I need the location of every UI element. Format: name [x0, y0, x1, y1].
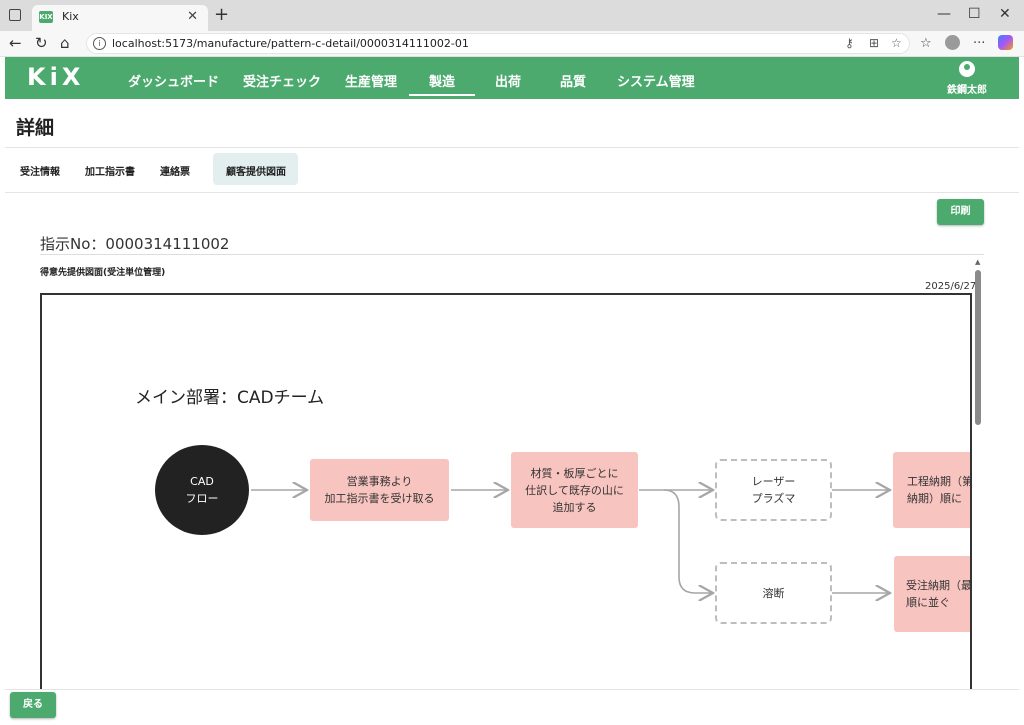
- tab-contact-slip[interactable]: 連絡票: [160, 163, 190, 178]
- title-bar: KIX Kix ✕ + — ☐ ✕: [0, 0, 1024, 31]
- flow-node-fusing: 溶断: [715, 562, 832, 624]
- nav-dashboard[interactable]: ダッシュボード: [128, 71, 219, 90]
- tab-order-info[interactable]: 受注情報: [20, 163, 60, 178]
- title-divider: [5, 147, 1019, 148]
- flow-node-order-due: 受注納期（最 順に並ぐ: [894, 556, 970, 632]
- scroll-up-icon[interactable]: ▲: [975, 258, 980, 266]
- tab-actions-icon[interactable]: [9, 9, 21, 21]
- app-header: KiX ダッシュボード 受注チェック 生産管理 製造 出荷 品質 システム管理 …: [5, 57, 1019, 99]
- nav-manufacture[interactable]: 製造: [429, 71, 455, 90]
- bottom-bar: 戻る: [5, 689, 1019, 725]
- scrollbar-thumb[interactable]: [975, 270, 981, 425]
- nav-system[interactable]: システム管理: [617, 71, 695, 90]
- app-install-icon[interactable]: ⊞: [869, 36, 879, 50]
- section-label: 得意先提供図面(受注単位管理): [40, 268, 166, 278]
- favorite-star-icon[interactable]: ☆: [891, 36, 902, 50]
- drawing-date: 2025/6/27: [925, 281, 977, 292]
- nav-quality[interactable]: 品質: [560, 71, 586, 90]
- flow-node-process-due: 工程納期（第 納期）順に: [893, 452, 970, 528]
- page-title: 詳細: [16, 117, 55, 139]
- print-button[interactable]: 印刷: [937, 199, 984, 225]
- order-divider: [40, 254, 984, 255]
- order-number: 指示No：0000314111002: [40, 235, 230, 253]
- nav-production[interactable]: 生産管理: [345, 71, 397, 90]
- tabs-divider: [5, 192, 1019, 193]
- address-bar-row: ← ↻ ⌂ i localhost:5173/manufacture/patte…: [0, 31, 1024, 57]
- flow-node-receive: 営業事務より 加工指示書を受け取る: [310, 459, 449, 521]
- nav-order-check[interactable]: 受注チェック: [243, 71, 321, 90]
- back-arrow-icon[interactable]: ←: [9, 35, 22, 51]
- flow-node-laser: レーザー プラズマ: [715, 459, 832, 521]
- flow-node-sort: 材質・板厚ごとに 仕訳して既存の山に 追加する: [511, 452, 638, 528]
- maximize-icon[interactable]: ☐: [968, 6, 981, 22]
- customer-drawing: メイン部署：CADチーム CAD フロー 営業事務より 加工指示書を受け取る 材…: [40, 293, 972, 691]
- tab-customer-drawing[interactable]: 顧客提供図面: [226, 163, 286, 178]
- profile-avatar-icon[interactable]: [945, 35, 960, 50]
- tab-close-icon[interactable]: ✕: [187, 9, 198, 24]
- user-name[interactable]: 鉄鋼太郎: [947, 81, 987, 96]
- user-icon[interactable]: [959, 61, 975, 77]
- copilot-icon[interactable]: [998, 35, 1013, 50]
- nav-active-indicator: [409, 94, 475, 96]
- more-menu-icon[interactable]: ···: [973, 36, 985, 51]
- home-icon[interactable]: ⌂: [60, 35, 70, 51]
- url-input[interactable]: i localhost:5173/manufacture/pattern-c-d…: [86, 33, 910, 54]
- key-icon[interactable]: ⚷: [845, 36, 854, 50]
- tab-work-instruction[interactable]: 加工指示書: [85, 163, 135, 178]
- nav-shipping[interactable]: 出荷: [495, 71, 521, 90]
- kix-favicon-icon: KIX: [39, 11, 53, 23]
- info-icon[interactable]: i: [93, 37, 106, 50]
- browser-window: KIX Kix ✕ + — ☐ ✕ ← ↻ ⌂ i localhost:5173…: [0, 0, 1024, 725]
- browser-tab[interactable]: KIX Kix ✕: [32, 5, 208, 31]
- app-root: KiX ダッシュボード 受注チェック 生産管理 製造 出荷 品質 システム管理 …: [5, 57, 1019, 725]
- flow-node-start: CAD フロー: [155, 445, 249, 535]
- favorites-icon[interactable]: ☆: [920, 36, 932, 51]
- minimize-icon[interactable]: —: [937, 6, 951, 22]
- back-button[interactable]: 戻る: [10, 692, 56, 718]
- url-text: localhost:5173/manufacture/pattern-c-det…: [112, 37, 469, 50]
- close-window-icon[interactable]: ✕: [999, 6, 1011, 22]
- tab-title: Kix: [62, 10, 79, 23]
- kix-logo[interactable]: KiX: [27, 63, 84, 91]
- new-tab-icon[interactable]: +: [214, 6, 229, 24]
- reload-icon[interactable]: ↻: [35, 35, 48, 51]
